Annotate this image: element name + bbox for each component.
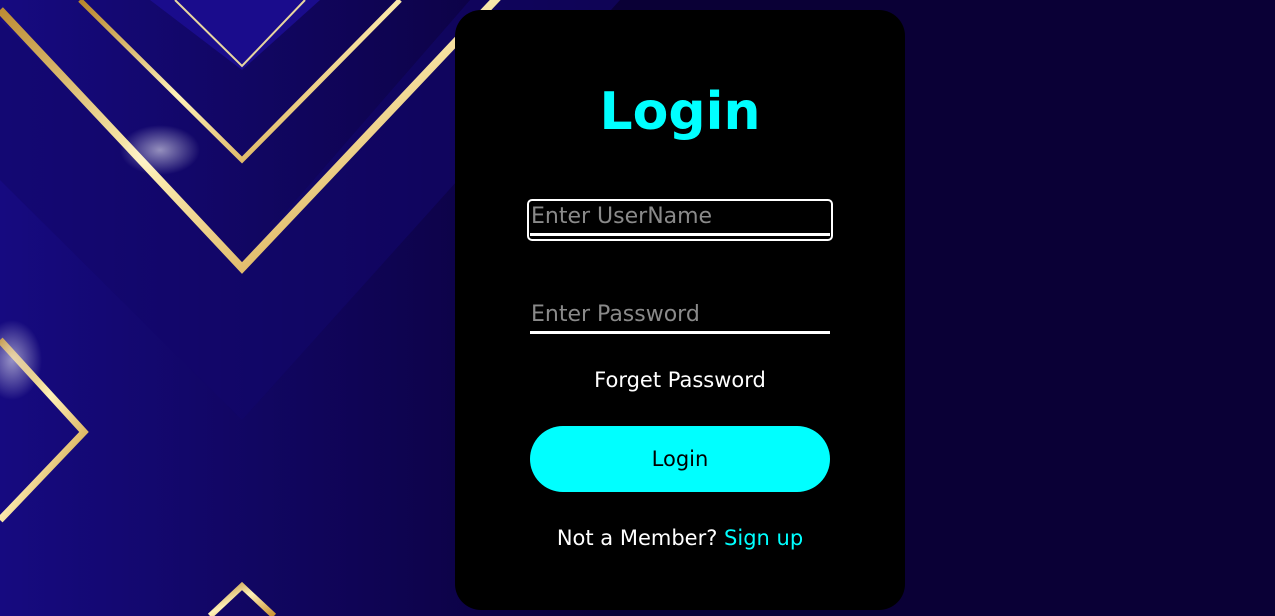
signup-row: Not a Member? Sign up <box>455 524 905 552</box>
login-button[interactable]: Login <box>530 426 830 492</box>
login-title: Login <box>599 82 761 142</box>
forgot-password-link[interactable]: Forget Password <box>455 366 905 394</box>
username-input[interactable] <box>530 200 830 236</box>
password-input[interactable] <box>530 298 830 334</box>
login-card: Login Forget Password Login Not a Member… <box>455 10 905 610</box>
signup-link[interactable]: Sign up <box>724 526 803 550</box>
signup-prompt: Not a Member? <box>556 526 718 550</box>
login-page: Login Forget Password Login Not a Member… <box>0 0 1275 616</box>
